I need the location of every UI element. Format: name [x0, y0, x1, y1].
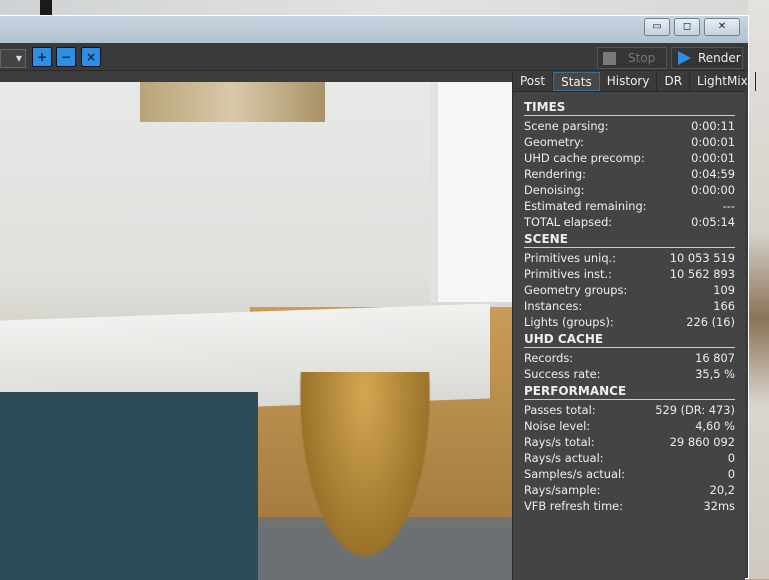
- play-icon: [678, 51, 691, 65]
- stat-label: Denoising:: [524, 183, 585, 197]
- stat-label: Success rate:: [524, 367, 601, 381]
- stat-label: Rendering:: [524, 167, 587, 181]
- stat-value: 4,60 %: [695, 419, 735, 433]
- stat-value: 226 (16): [686, 315, 735, 329]
- stat-label: Records:: [524, 351, 574, 365]
- stat-label: Rays/s total:: [524, 435, 595, 449]
- stat-label: Scene parsing:: [524, 119, 609, 133]
- stat-row: Scene parsing: 0:00:11: [524, 118, 735, 134]
- image-cabinet: [0, 392, 258, 580]
- stat-row: Passes total: 529 (DR: 473): [524, 402, 735, 418]
- stat-row: Noise level: 4,60 %: [524, 418, 735, 434]
- section-heading: SCENE: [524, 232, 735, 248]
- stat-label: Rays/sample:: [524, 483, 601, 497]
- minimize-button[interactable]: ▭: [644, 18, 670, 36]
- section-heading: PERFORMANCE: [524, 384, 735, 400]
- stat-row: VFB refresh time: 32ms: [524, 498, 735, 514]
- stat-row: Instances: 166: [524, 298, 735, 314]
- stat-row: Primitives uniq.: 10 053 519: [524, 250, 735, 266]
- stat-value: 29 860 092: [669, 435, 735, 449]
- stat-row: TOTAL elapsed: 0:05:14: [524, 214, 735, 230]
- maximize-button[interactable]: ◻: [674, 18, 700, 36]
- stats-content: TIMES Scene parsing: 0:00:11 Geometry: 0:00:…: [513, 92, 745, 514]
- stop-label: Stop: [628, 51, 656, 65]
- stat-value: 0:00:01: [691, 135, 735, 149]
- stat-row: Samples/s actual: 0: [524, 466, 735, 482]
- stat-label: Lights (groups):: [524, 315, 614, 329]
- stop-icon: [603, 52, 616, 65]
- image-stool: [290, 372, 440, 580]
- stat-value: 0: [727, 467, 735, 481]
- stat-label: Passes total:: [524, 403, 596, 417]
- stat-row: Rays/s total: 29 860 092: [524, 434, 735, 450]
- stat-value: 0:00:01: [691, 151, 735, 165]
- close-button[interactable]: ✕: [704, 18, 740, 36]
- tab-stats[interactable]: Stats: [553, 72, 600, 91]
- stat-row: Success rate: 35,5 %: [524, 366, 735, 382]
- stat-row: Estimated remaining: ---: [524, 198, 735, 214]
- tab-dr[interactable]: DR: [657, 72, 691, 91]
- stat-label: Estimated remaining:: [524, 199, 647, 213]
- stat-row: Rendering: 0:04:59: [524, 166, 735, 182]
- stat-value: 32ms: [703, 499, 735, 513]
- stat-value: 10 562 893: [669, 267, 735, 281]
- stop-button[interactable]: Stop: [597, 47, 667, 69]
- stat-value: 166: [713, 299, 735, 313]
- stat-value: ---: [722, 199, 735, 213]
- stat-label: UHD cache precomp:: [524, 151, 645, 165]
- stat-value: 0:04:59: [691, 167, 735, 181]
- stat-label: VFB refresh time:: [524, 499, 624, 513]
- section-heading: TIMES: [524, 100, 735, 116]
- tab-lightmix[interactable]: LightMix: [690, 72, 756, 91]
- panel-tabs: Post Stats History DR LightMix: [513, 72, 756, 92]
- image-lamp: [140, 82, 325, 122]
- stat-value: 109: [713, 283, 735, 297]
- stat-label: TOTAL elapsed:: [524, 215, 613, 229]
- stat-value: 0:00:11: [691, 119, 735, 133]
- stats-panel: Post Stats History DR LightMix TIMES Scene pa…: [512, 72, 756, 580]
- stat-label: Primitives inst.:: [524, 267, 612, 281]
- stat-value: 0: [727, 451, 735, 465]
- stat-label: Samples/s actual:: [524, 467, 625, 481]
- render-button[interactable]: Render: [671, 47, 743, 69]
- desktop-background: [0, 0, 769, 16]
- image-window: [430, 82, 512, 302]
- stat-row: Primitives inst.: 10 562 893: [524, 266, 735, 282]
- stat-label: Geometry:: [524, 135, 584, 149]
- stat-label: Instances:: [524, 299, 583, 313]
- tab-post[interactable]: Post: [513, 72, 554, 91]
- stat-row: Lights (groups): 226 (16): [524, 314, 735, 330]
- stat-label: Rays/s actual:: [524, 451, 604, 465]
- stat-label: Geometry groups:: [524, 283, 628, 297]
- stat-value: 35,5 %: [695, 367, 735, 381]
- zoom-out-button[interactable]: −: [56, 47, 76, 67]
- rendered-image[interactable]: [0, 82, 512, 580]
- tab-history[interactable]: History: [600, 72, 658, 91]
- stat-row: Records: 16 807: [524, 350, 735, 366]
- render-label: Render: [698, 51, 741, 65]
- stat-row: Geometry groups: 109: [524, 282, 735, 298]
- stat-value: 529 (DR: 473): [655, 403, 735, 417]
- stat-value: 10 053 519: [669, 251, 735, 265]
- stat-row: Rays/sample: 20,2: [524, 482, 735, 498]
- title-bar[interactable]: ▭ ◻ ✕: [0, 16, 748, 43]
- stat-row: Rays/s actual: 0: [524, 450, 735, 466]
- frame-buffer-window: ▭ ◻ ✕ ▼ + − × Stop Render Post Stats Histo…: [0, 15, 756, 580]
- stat-value: 20,2: [709, 483, 735, 497]
- stat-label: Noise level:: [524, 419, 591, 433]
- stat-value: 0:00:00: [691, 183, 735, 197]
- stat-value: 0:05:14: [691, 215, 735, 229]
- zoom-fit-button[interactable]: ×: [81, 47, 101, 67]
- channel-dropdown[interactable]: ▼: [0, 49, 26, 68]
- section-heading: UHD CACHE: [524, 332, 735, 348]
- stat-row: Denoising: 0:00:00: [524, 182, 735, 198]
- stat-row: UHD cache precomp: 0:00:01: [524, 150, 735, 166]
- stat-value: 16 807: [695, 351, 735, 365]
- zoom-in-button[interactable]: +: [32, 47, 52, 67]
- stat-row: Geometry: 0:00:01: [524, 134, 735, 150]
- toolbar: ▼ + − × Stop Render: [0, 43, 748, 71]
- stat-label: Primitives uniq.:: [524, 251, 617, 265]
